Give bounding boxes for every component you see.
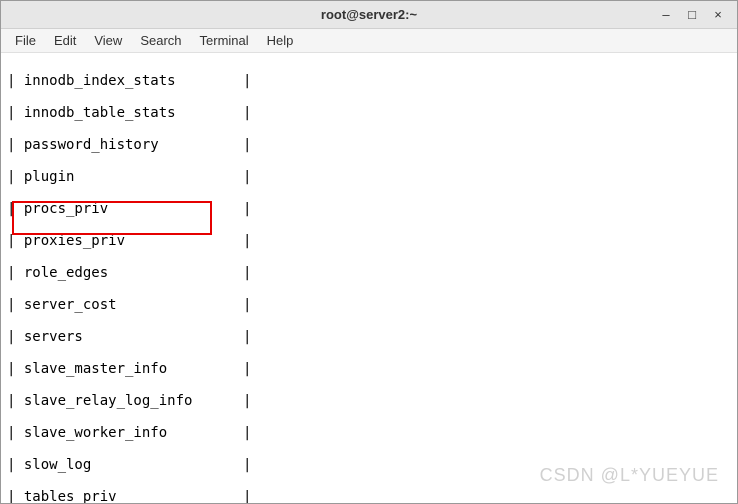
table-row: | servers |	[7, 329, 731, 345]
table-row: | password_history |	[7, 137, 731, 153]
table-row: | slave_relay_log_info |	[7, 393, 731, 409]
title-bar: root@server2:~ – □ ×	[1, 1, 737, 29]
maximize-button[interactable]: □	[683, 6, 701, 24]
menu-help[interactable]: Help	[259, 31, 302, 50]
terminal-window: root@server2:~ – □ × File Edit View Sear…	[0, 0, 738, 504]
window-title: root@server2:~	[1, 7, 737, 22]
menu-file[interactable]: File	[7, 31, 44, 50]
table-row: | slow_log |	[7, 457, 731, 473]
table-row: | slave_master_info |	[7, 361, 731, 377]
table-row: | innodb_table_stats |	[7, 105, 731, 121]
menu-bar: File Edit View Search Terminal Help	[1, 29, 737, 53]
menu-view[interactable]: View	[86, 31, 130, 50]
terminal-output[interactable]: | innodb_index_stats | | innodb_table_st…	[1, 53, 737, 503]
table-row: | innodb_index_stats |	[7, 73, 731, 89]
menu-edit[interactable]: Edit	[46, 31, 84, 50]
close-button[interactable]: ×	[709, 6, 727, 24]
table-row: | procs_priv |	[7, 201, 731, 217]
table-row: | server_cost |	[7, 297, 731, 313]
menu-search[interactable]: Search	[132, 31, 189, 50]
table-row: | slave_worker_info |	[7, 425, 731, 441]
minimize-button[interactable]: –	[657, 6, 675, 24]
window-controls: – □ ×	[651, 1, 733, 28]
table-row: | role_edges |	[7, 265, 731, 281]
table-row: | tables_priv |	[7, 489, 731, 503]
table-row: | plugin |	[7, 169, 731, 185]
table-row: | proxies_priv |	[7, 233, 731, 249]
menu-terminal[interactable]: Terminal	[192, 31, 257, 50]
